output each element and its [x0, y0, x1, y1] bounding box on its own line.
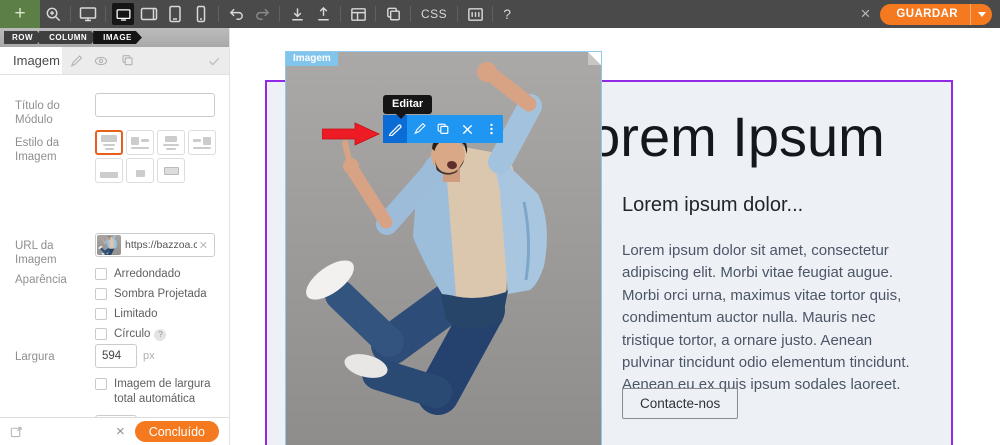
- image-url-input[interactable]: https://bazzoa.com ✕: [95, 233, 215, 257]
- device-tablet-portrait-icon[interactable]: [162, 0, 188, 28]
- checkbox-icon[interactable]: [95, 268, 107, 280]
- device-tablet-landscape-icon[interactable]: [136, 0, 162, 28]
- style-brush-icon[interactable]: [407, 115, 431, 143]
- top-toolbar: +: [0, 0, 1000, 28]
- module-title-input[interactable]: [95, 93, 215, 117]
- sidebar-footer: × Concluído: [0, 417, 229, 445]
- checkbox-circulo[interactable]: Círculo?: [95, 327, 207, 342]
- close-editor-icon[interactable]: ×: [850, 4, 880, 24]
- module-action-toolbar: [383, 115, 503, 143]
- checkbox-fullwidth[interactable]: Imagem de largura total automática: [95, 377, 219, 407]
- cancel-icon[interactable]: ×: [116, 423, 125, 440]
- checkbox-icon[interactable]: [95, 378, 107, 390]
- help-button[interactable]: ?: [497, 6, 517, 22]
- preview-monitor-icon[interactable]: [75, 0, 101, 28]
- zoom-icon[interactable]: [40, 0, 66, 28]
- add-module-button[interactable]: +: [0, 0, 40, 28]
- css-button[interactable]: CSS: [415, 7, 453, 21]
- image-style-option[interactable]: [157, 130, 185, 155]
- annotation-arrow: [322, 122, 380, 146]
- settings-sidebar: ROW COLUMN IMAGE Imagem Título do Módulo: [0, 28, 230, 445]
- apply-check-icon[interactable]: [199, 47, 229, 74]
- undo-icon[interactable]: [223, 0, 249, 28]
- edit-pencil-icon[interactable]: [383, 115, 407, 143]
- save-button-label[interactable]: GUARDAR: [880, 8, 970, 20]
- divider: [105, 6, 106, 22]
- save-options-caret[interactable]: [970, 4, 992, 25]
- image-url-label: URL da Imagem: [15, 233, 95, 267]
- duplicate-module-icon[interactable]: [431, 115, 455, 143]
- edit-tooltip: Editar: [383, 95, 432, 114]
- image-url-value[interactable]: https://bazzoa.com: [125, 239, 197, 251]
- export-icon[interactable]: [310, 0, 336, 28]
- help-circle-icon[interactable]: ?: [154, 329, 166, 341]
- widgets-icon[interactable]: [462, 0, 488, 28]
- popout-panel-icon[interactable]: [10, 425, 23, 438]
- device-desktop-icon[interactable]: [112, 3, 134, 25]
- width-label: Largura: [15, 344, 95, 368]
- style-brush-icon[interactable]: [62, 47, 88, 74]
- checkbox-arredondado[interactable]: Arredondado: [95, 267, 207, 282]
- copy-settings-icon[interactable]: [114, 47, 140, 74]
- jumping-man-photo[interactable]: [286, 52, 601, 445]
- module-title-label: Título do Módulo: [15, 93, 95, 127]
- page-canvas[interactable]: Lorem Ipsum Lorem ipsum dolor... Lorem i…: [230, 28, 1000, 445]
- import-icon[interactable]: [284, 0, 310, 28]
- divider: [457, 6, 458, 22]
- clear-url-icon[interactable]: ✕: [197, 239, 210, 252]
- editor-window: +: [0, 0, 1000, 445]
- tab-imagem[interactable]: Imagem: [0, 47, 62, 74]
- checkbox-limitado[interactable]: Limitado: [95, 307, 207, 322]
- divider: [410, 6, 411, 22]
- divider: [279, 6, 280, 22]
- breadcrumb-column[interactable]: COLUMN: [39, 31, 97, 44]
- redo-icon[interactable]: [249, 0, 275, 28]
- image-style-option[interactable]: [188, 130, 216, 155]
- width-unit: px: [143, 344, 155, 368]
- width-input[interactable]: [95, 344, 137, 368]
- image-style-option[interactable]: [157, 158, 185, 183]
- contact-button[interactable]: Contacte-nos: [622, 388, 738, 419]
- image-style-option[interactable]: [126, 130, 154, 155]
- image-style-option[interactable]: [95, 130, 123, 155]
- checkbox-icon[interactable]: [95, 308, 107, 320]
- breadcrumb-image[interactable]: IMAGE: [93, 31, 142, 44]
- divider: [492, 6, 493, 22]
- divider: [340, 6, 341, 22]
- selected-image-module[interactable]: Imagem: [286, 52, 601, 445]
- image-thumbnail[interactable]: [97, 235, 121, 255]
- delete-module-icon[interactable]: [455, 115, 479, 143]
- breadcrumb: ROW COLUMN IMAGE: [0, 28, 229, 47]
- chevron-down-icon: [978, 12, 986, 17]
- device-phone-icon[interactable]: [188, 0, 214, 28]
- image-style-option[interactable]: [126, 158, 154, 183]
- checkbox-icon[interactable]: [95, 328, 107, 340]
- breadcrumb-row[interactable]: ROW: [4, 31, 43, 44]
- divider: [218, 6, 219, 22]
- hero-paragraph[interactable]: Lorem ipsum dolor sit amet, consectetur …: [622, 240, 924, 397]
- save-split-button[interactable]: GUARDAR: [880, 4, 992, 25]
- divider: [70, 6, 71, 22]
- resize-corner-handle[interactable]: [588, 52, 601, 65]
- hero-subheading[interactable]: Lorem ipsum dolor...: [622, 194, 803, 217]
- panel-tabs: Imagem: [0, 47, 229, 75]
- image-style-option[interactable]: [95, 158, 123, 183]
- image-style-options: [95, 130, 219, 183]
- visibility-eye-icon[interactable]: [88, 47, 114, 74]
- duplicate-icon[interactable]: [380, 0, 406, 28]
- module-type-badge: Imagem: [286, 52, 338, 66]
- checkbox-sombra-projetada[interactable]: Sombra Projetada: [95, 287, 207, 302]
- divider: [375, 6, 376, 22]
- more-options-kebab-icon[interactable]: [479, 115, 503, 143]
- panel-body: Título do Módulo Estilo da Imagem: [0, 75, 229, 418]
- checkbox-icon[interactable]: [95, 288, 107, 300]
- done-button[interactable]: Concluído: [135, 421, 219, 442]
- appearance-label: Aparência: [15, 267, 95, 342]
- hero-heading[interactable]: Lorem Ipsum: [558, 104, 885, 169]
- image-style-label: Estilo da Imagem: [15, 130, 95, 183]
- layout-icon[interactable]: [345, 0, 371, 28]
